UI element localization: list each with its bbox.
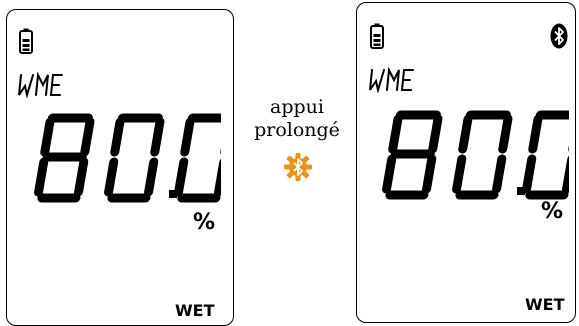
mode-text: WME — [357, 3, 358, 4]
reading-digits — [382, 110, 569, 200]
mode-segment-label — [18, 72, 63, 98]
mode-segment-label — [369, 67, 414, 93]
lcd-screen-after: WME 80.0 % WET — [356, 2, 576, 323]
unit-label: % — [541, 199, 564, 224]
lcd-screen-before: WME 80.0 % WET — [6, 9, 234, 326]
mode-text: WME — [7, 10, 8, 11]
bluetooth-button-icon — [284, 153, 312, 181]
unit-label: % — [193, 210, 216, 235]
action-instruction: appui prolongé — [250, 96, 344, 142]
reading-value: 80.0 — [357, 3, 358, 4]
bluetooth-icon — [550, 23, 568, 49]
reading-value: 80.0 — [7, 10, 8, 11]
reading-digits — [34, 113, 221, 203]
action-line-1: appui — [270, 96, 324, 118]
battery-icon — [19, 28, 33, 54]
battery-icon — [370, 23, 384, 49]
material-label: WET — [175, 301, 215, 320]
material-label: WET — [525, 295, 565, 314]
action-line-2: prolongé — [254, 119, 340, 141]
